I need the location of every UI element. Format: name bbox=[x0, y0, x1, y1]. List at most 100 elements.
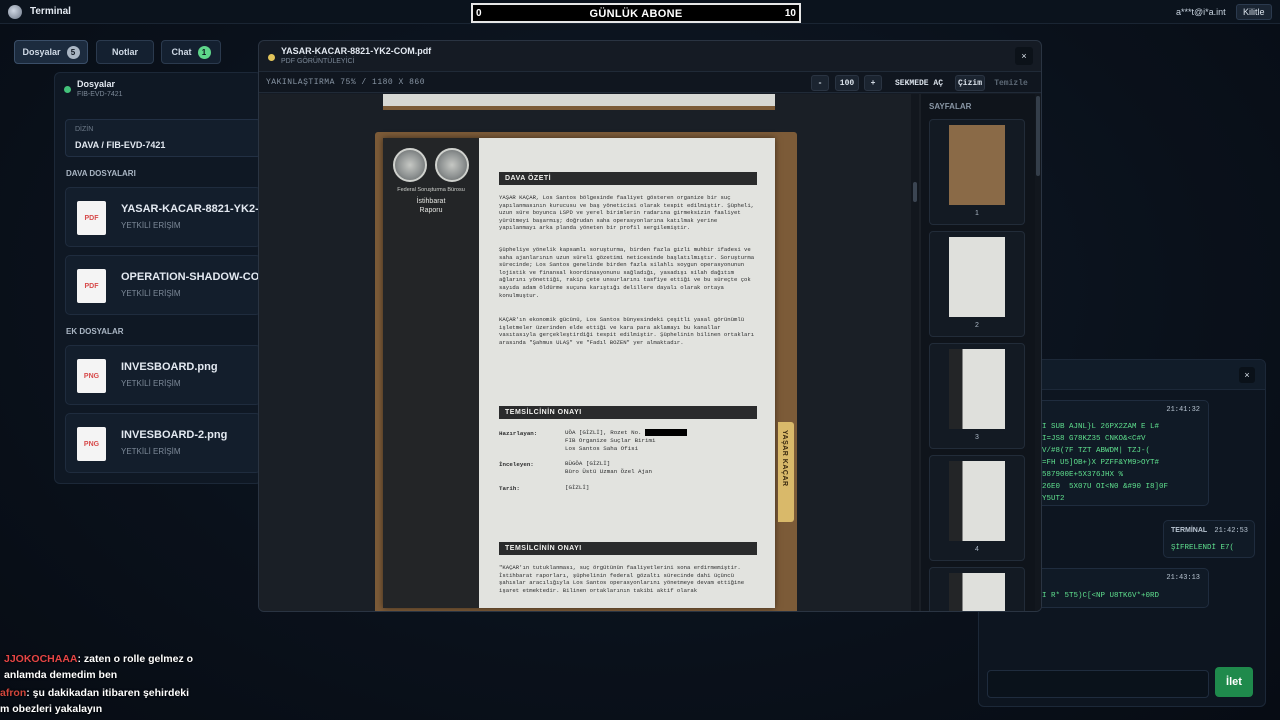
page-thumbnail[interactable]: 3 bbox=[929, 343, 1025, 449]
message-line: ŞİFRELENDİ E7( bbox=[1171, 544, 1235, 552]
stream-chat-line: JJOKOCHAAA: zaten o rolle gelmez o bbox=[4, 653, 193, 665]
scrollbar-thumb[interactable] bbox=[1036, 96, 1040, 176]
section-heading: TEMSİLCİNİN ONAYI bbox=[499, 542, 757, 555]
page-preview bbox=[949, 237, 1005, 317]
file-name: OPERATION-SHADOW-CO bbox=[121, 271, 260, 283]
agency-seal-icon bbox=[435, 148, 469, 182]
tab-count-badge: 5 bbox=[66, 45, 80, 59]
field-value: FIB Organize Suçlar Birimi bbox=[565, 437, 656, 444]
message-sender: TERMİNAL bbox=[1171, 527, 1208, 534]
directory-box: DİZİN DAVA / FIB-EVD-7421 bbox=[65, 119, 261, 157]
file-access: YETKİLİ ERİŞİM bbox=[121, 221, 181, 230]
chat-text: : şu dakikadan itibaren şehirdeki bbox=[26, 687, 190, 699]
case-files-heading: DAVA DOSYALARI bbox=[66, 169, 136, 178]
message-line: =FH U5]OB+)X PZFF&YM9>OYT# bbox=[1042, 459, 1160, 467]
message-line: I R* 5T5)C[<NP U8TK6V*+0RD bbox=[1042, 592, 1160, 600]
tab-notlar[interactable]: Notlar bbox=[96, 40, 154, 64]
pdf-subtitle: PDF GÖRÜNTÜLEYİCİ bbox=[281, 58, 355, 65]
status-dot bbox=[64, 86, 71, 93]
panel-title: Dosyalar bbox=[77, 79, 116, 89]
previous-page-edge bbox=[383, 94, 775, 110]
message-line: 26E0 5X07U OI<N0 &#90 I8]0F bbox=[1042, 483, 1169, 491]
files-panel: Dosyalar FIB-EVD-7421 DİZİN DAVA / FIB-E… bbox=[54, 72, 262, 484]
stream-chat-line: afron: şu dakikadan itibaren şehirdeki bbox=[0, 687, 189, 699]
close-icon[interactable]: × bbox=[1239, 367, 1255, 383]
case-id: FIB-EVD-7421 bbox=[77, 91, 123, 98]
app-logo-icon bbox=[8, 5, 22, 19]
document-scrollbar[interactable] bbox=[911, 94, 919, 611]
chat-text: : zaten o rolle gelmez o bbox=[77, 653, 194, 665]
tab-chat[interactable]: Chat 1 bbox=[161, 40, 221, 64]
document-area: Federal Soruşturma Bürosu İstihbarat Rap… bbox=[259, 94, 923, 611]
pdf-file-icon: PDF bbox=[77, 201, 106, 235]
zoom-in-button[interactable]: + bbox=[864, 75, 882, 91]
paragraph: YAŞAR KAÇAR, Los Santos bölgesinde faali… bbox=[499, 194, 755, 232]
page-preview bbox=[949, 349, 1005, 429]
file-access: YETKİLİ ERİŞİM bbox=[121, 289, 181, 298]
field-label: Tarih: bbox=[499, 485, 520, 492]
report-title-line: İstihbarat bbox=[416, 198, 446, 205]
file-item[interactable]: PDF OPERATION-SHADOW-CO YETKİLİ ERİŞİM bbox=[65, 255, 261, 315]
pages-panel: SAYFALAR 1 2 3 4 bbox=[921, 94, 1041, 611]
field-value: Büro Üstü Uzman Özel Ajan bbox=[565, 468, 652, 475]
stream-chat-line: m obezleri yakalayın bbox=[0, 703, 103, 715]
file-name: INVESBOARD.png bbox=[121, 361, 218, 373]
folder-tab: YAŞAR KAÇAR bbox=[778, 422, 794, 522]
user-email: a***t@i*a.int bbox=[1176, 7, 1226, 17]
section-heading: TEMSİLCİNİN ONAYI bbox=[499, 406, 757, 419]
file-access: YETKİLİ ERİŞİM bbox=[121, 379, 181, 388]
file-item[interactable]: PNG INVESBOARD-2.png YETKİLİ ERİŞİM bbox=[65, 413, 261, 473]
page-thumbnail[interactable] bbox=[929, 567, 1025, 611]
draw-button[interactable]: Çizim bbox=[955, 75, 985, 91]
png-file-icon: PNG bbox=[77, 359, 106, 393]
zoom-value: 100 bbox=[835, 75, 859, 91]
chat-message-input[interactable] bbox=[987, 670, 1209, 698]
file-access: YETKİLİ ERİŞİM bbox=[121, 447, 181, 456]
status-dot bbox=[268, 54, 275, 61]
field-value-text: UÖA [GİZLİ], Rozet No. bbox=[565, 429, 642, 437]
chat-message: TERMİNAL 21:42:53 ŞİFRELENDİ E7( bbox=[1163, 520, 1255, 558]
paragraph: "KAÇAR'ın tutuklanması, suç örgütünün fa… bbox=[499, 564, 745, 594]
tab-label: Chat bbox=[171, 47, 192, 57]
page-preview bbox=[949, 461, 1005, 541]
pages-label: SAYFALAR bbox=[929, 102, 972, 111]
page-preview bbox=[949, 573, 1005, 611]
lock-button[interactable]: Kilitle bbox=[1236, 4, 1272, 20]
field-value: BÜGÖA [GİZLİ] bbox=[565, 460, 611, 467]
report-title-line: Raporu bbox=[419, 207, 443, 214]
page-thumbnail[interactable]: 4 bbox=[929, 455, 1025, 561]
pages-scrollbar[interactable] bbox=[1035, 94, 1041, 611]
section-heading: DAVA ÖZETİ bbox=[499, 172, 757, 185]
stream-chat-line: anlamda demedim ben bbox=[4, 669, 118, 681]
pdf-file-icon: PDF bbox=[77, 269, 106, 303]
page-thumbnail[interactable]: 1 bbox=[929, 119, 1025, 225]
message-time: 21:43:13 bbox=[1166, 574, 1200, 582]
chat-message: 21:41:32 I SUB AJNL}L 26PX2ZAM E L# I=JS… bbox=[1037, 400, 1209, 506]
folder-tab-label: YAŞAR KAÇAR bbox=[781, 430, 788, 487]
chat-username: JJOKOCHAAA bbox=[4, 653, 78, 665]
page-number: 3 bbox=[975, 434, 979, 441]
send-button[interactable]: İlet bbox=[1215, 667, 1253, 697]
field-value: [GİZLİ] bbox=[565, 484, 590, 491]
page-thumbnail[interactable]: 2 bbox=[929, 231, 1025, 337]
pdf-toolbar: YAKINLAŞTIRMA 75% / 1180 X 860 - 100 + S… bbox=[259, 71, 1041, 93]
message-line: V/#8(7F TZT ABWDM| TZJ-( bbox=[1042, 447, 1151, 455]
zoom-info: YAKINLAŞTIRMA 75% / 1180 X 860 bbox=[266, 78, 426, 87]
close-icon[interactable]: × bbox=[1015, 47, 1033, 65]
extra-files-heading: EK DOSYALAR bbox=[66, 327, 124, 336]
redaction-bar bbox=[645, 429, 688, 436]
file-item[interactable]: PNG INVESBOARD.png YETKİLİ ERİŞİM bbox=[65, 345, 261, 405]
zoom-out-button[interactable]: - bbox=[811, 75, 829, 91]
scrollbar-thumb[interactable] bbox=[913, 182, 917, 202]
tab-dosyalar[interactable]: Dosyalar 5 bbox=[14, 40, 88, 64]
top-bar: Terminal 0 GÜNLÜK ABONE 10 a***t@i*a.int… bbox=[0, 0, 1280, 24]
field-value: UÖA [GİZLİ], Rozet No. bbox=[565, 429, 688, 437]
page-number: 4 bbox=[975, 546, 979, 553]
field-label: Hazırlayan: bbox=[499, 430, 538, 437]
file-item[interactable]: PDF YASAR-KACAR-8821-YK2- YETKİLİ ERİŞİM bbox=[65, 187, 261, 247]
app-title: Terminal bbox=[30, 6, 71, 17]
open-in-tab-button[interactable]: SEKMEDE AÇ bbox=[889, 75, 949, 91]
counter-label: GÜNLÜK ABONE bbox=[589, 8, 683, 20]
clear-button[interactable]: Temizle bbox=[991, 75, 1031, 91]
directory-label: DİZİN bbox=[75, 126, 94, 133]
